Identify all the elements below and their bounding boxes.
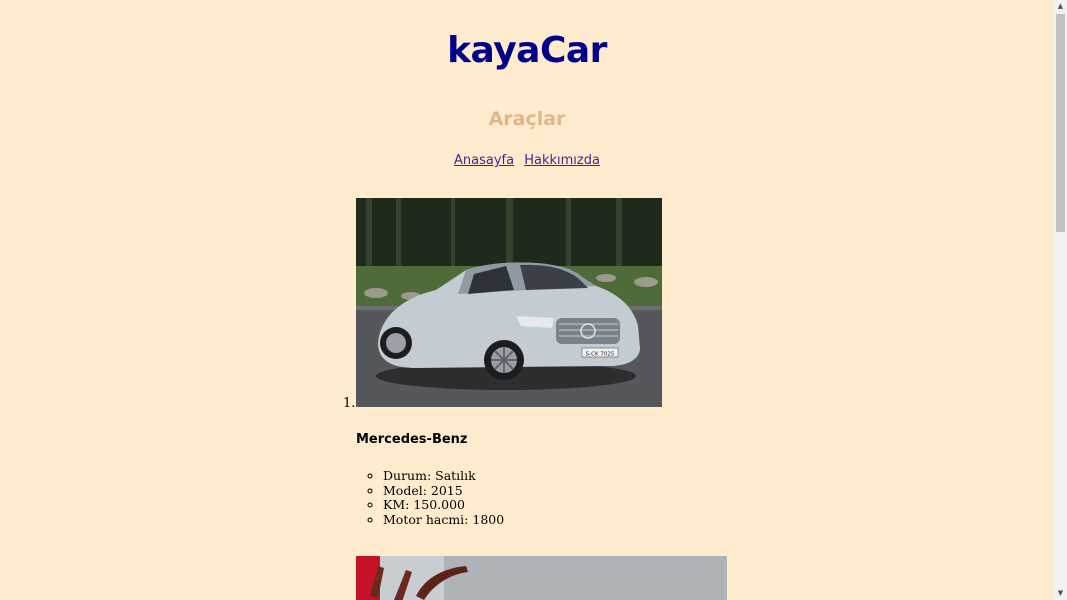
spec-status: Durum: Satılık [383,468,504,484]
scroll-up-arrow-icon[interactable]: ▲ [1054,0,1067,13]
nav-link-about[interactable]: Hakkımızda [524,153,600,168]
car-name: Mercedes-Benz [356,432,468,447]
scrollbar-thumb[interactable] [1056,14,1065,232]
spec-engine: Motor hacmi: 1800 [383,512,504,528]
spec-km: KM: 150.000 [383,497,504,513]
vertical-scrollbar[interactable]: ▲ ▼ [1054,0,1067,600]
site-title: kayaCar [447,30,607,71]
main-nav: Anasayfa Hakkımızda [0,153,1054,168]
scroll-down-arrow-icon[interactable]: ▼ [1054,587,1067,600]
car-photo-mercedes: S-CK 7025 [356,198,662,407]
car-specs-list: Durum: Satılık Model: 2015 KM: 150.000 M… [356,468,504,528]
nav-link-home[interactable]: Anasayfa [454,153,514,168]
license-plate-text: S-CK 7025 [586,352,615,358]
list-item-number: 1. [343,396,356,411]
spec-model: Model: 2015 [383,483,504,499]
page: kayaCar Araçlar Anasayfa Hakkımızda 1. S… [0,0,1054,600]
section-title: Araçlar [488,108,566,130]
car-photo-second [356,556,727,600]
